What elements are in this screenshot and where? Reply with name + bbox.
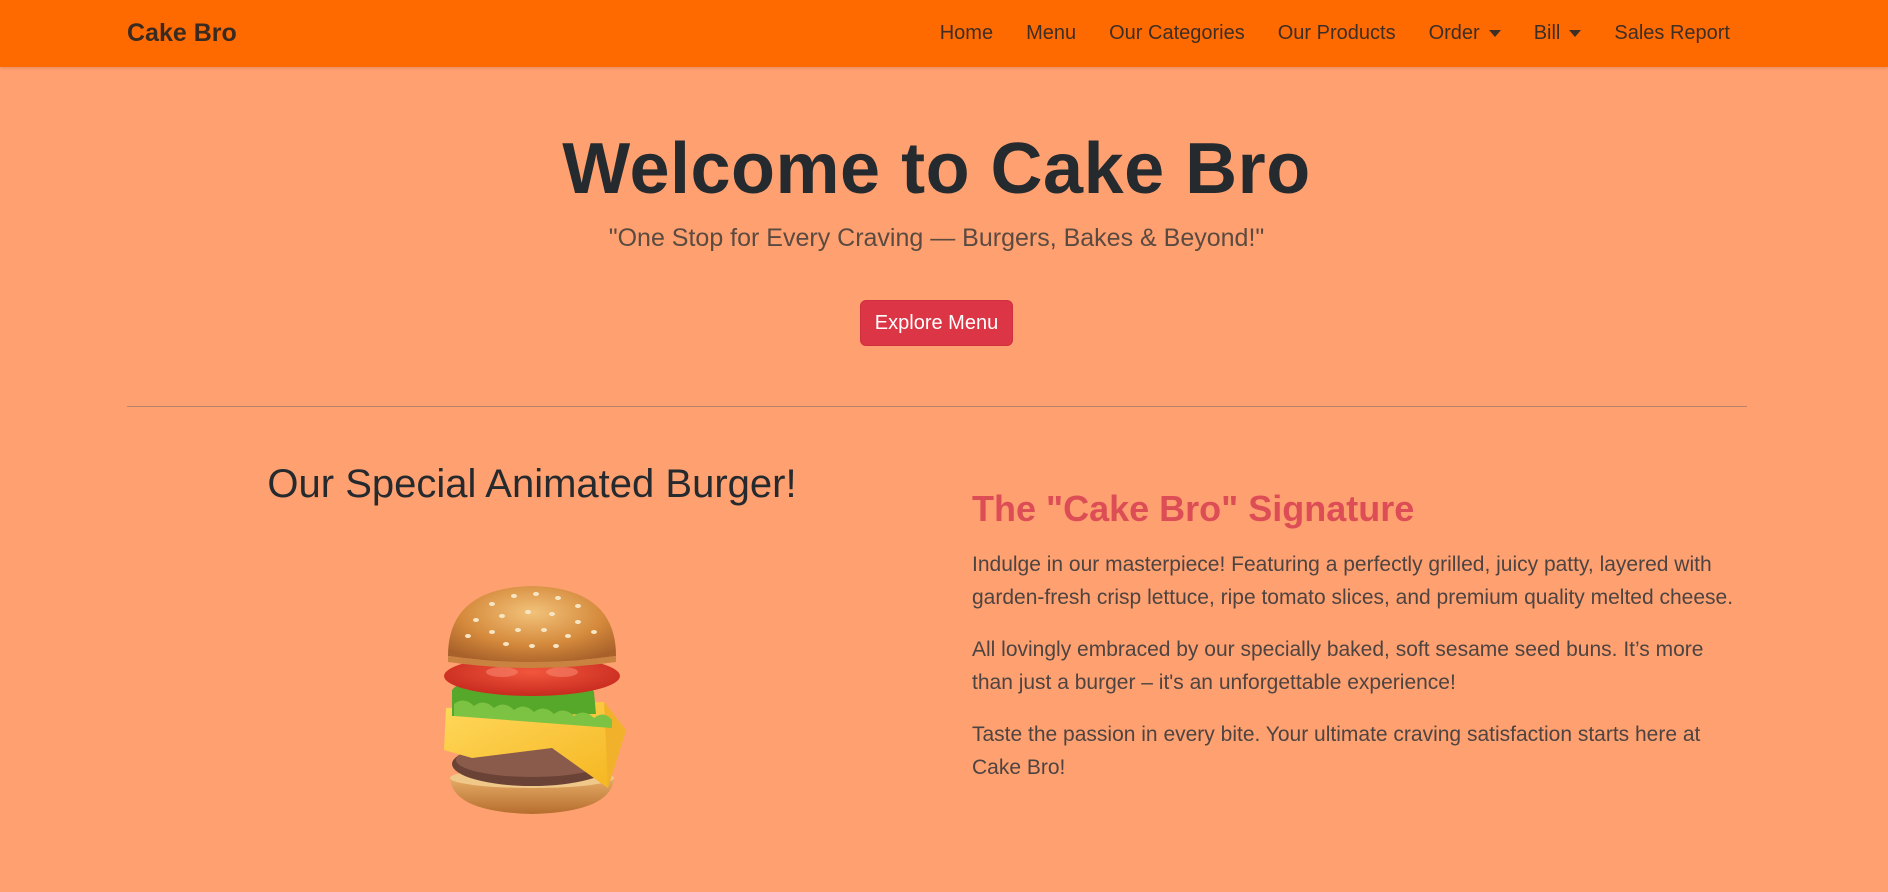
signature-section: The "Cake Bro" Signature Indulge in our … — [972, 488, 1747, 803]
nav-item-label: Our Categories — [1109, 22, 1245, 44]
signature-paragraph: All lovingly embraced by our specially b… — [972, 638, 1704, 694]
nav-item-label: Order — [1428, 22, 1480, 44]
nav-dropdown-bill[interactable]: Bill — [1534, 22, 1582, 45]
signature-title: The "Cake Bro" Signature — [972, 488, 1415, 529]
nav-item-our-products[interactable]: Our Products — [1278, 22, 1396, 45]
nav-item-home[interactable]: Home — [940, 22, 993, 45]
hero-title: Welcome to Cake Bro — [562, 129, 1311, 209]
burger-image — [444, 586, 626, 814]
nav-item-label: Our Products — [1277, 22, 1396, 44]
nav-item-our-categories[interactable]: Our Categories — [1109, 22, 1245, 45]
brand-link[interactable]: Cake Bro — [127, 0, 237, 67]
caret-down-icon — [1488, 30, 1501, 37]
nav-item-label: Menu — [1026, 22, 1077, 44]
nav-menu: Home Menu Our Categories Our Products Or… — [940, 0, 1730, 67]
nav-item-label: Sales Report — [1614, 22, 1730, 44]
nav-dropdown-order[interactable]: Order — [1429, 22, 1501, 45]
nav-item-label: Home — [939, 22, 994, 44]
animated-burger-title: Our Special Animated Burger! — [267, 462, 797, 506]
hero-subtitle: "One Stop for Every Craving — Burgers, B… — [608, 224, 1265, 252]
caret-down-icon — [1569, 30, 1582, 37]
nav-item-label: Bill — [1533, 22, 1561, 44]
signature-paragraph: Taste the passion in every bite. Your ul… — [972, 723, 1701, 779]
section-divider — [127, 406, 1747, 407]
signature-paragraph: Indulge in our masterpiece! Featuring a … — [972, 553, 1734, 609]
nav-item-menu[interactable]: Menu — [1026, 22, 1076, 45]
nav-item-sales-report[interactable]: Sales Report — [1614, 22, 1730, 45]
navbar: Cake Bro Home Menu Our Categories Our Pr… — [0, 0, 1888, 67]
explore-menu-button[interactable]: Explore Menu — [860, 300, 1013, 346]
